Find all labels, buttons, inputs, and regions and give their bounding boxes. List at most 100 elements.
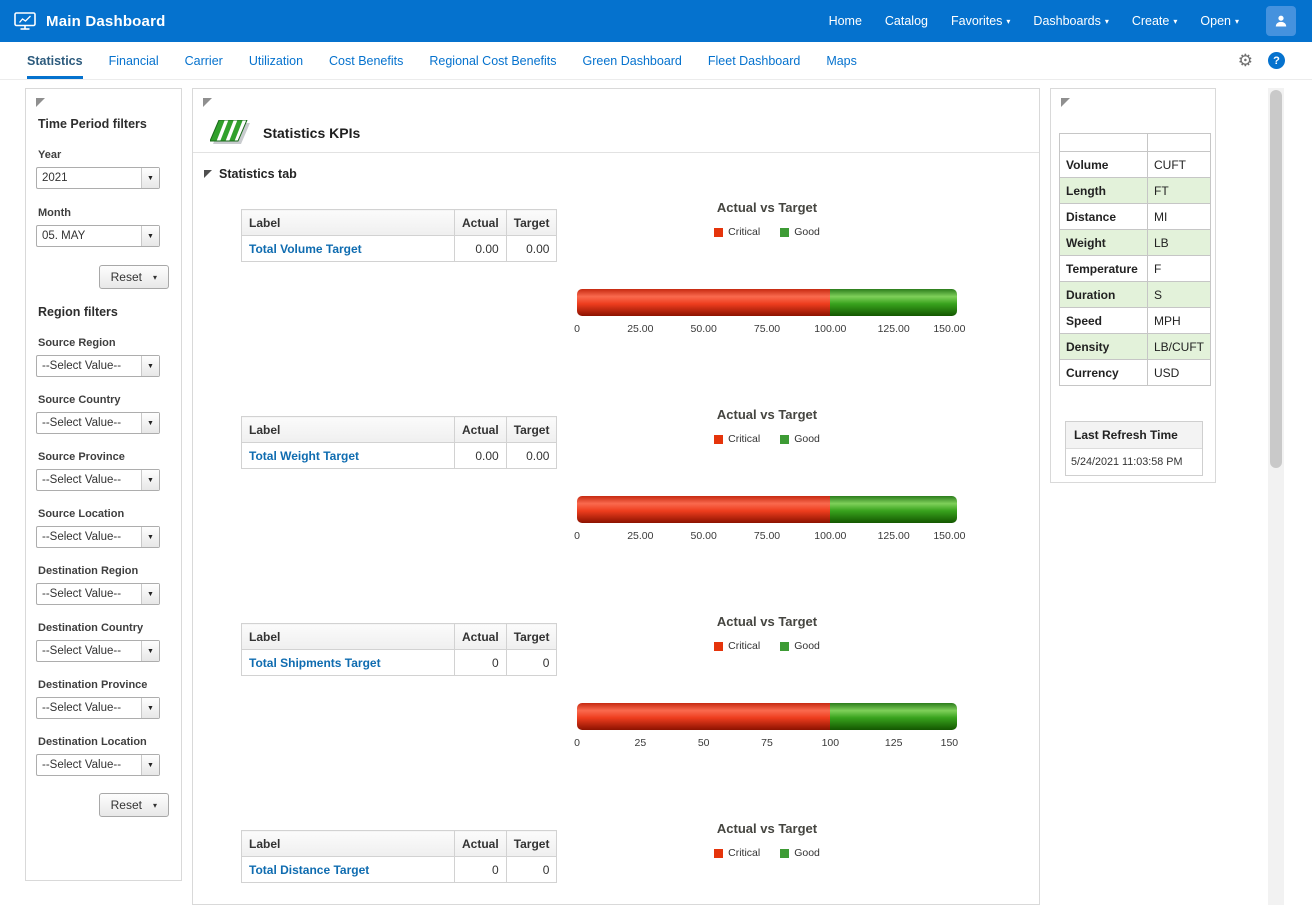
nav-catalog[interactable]: Catalog (885, 14, 928, 28)
reset-button-label: Reset (110, 798, 142, 812)
chevron-down-icon: ▾ (1234, 17, 1239, 26)
nav-favorites-label: Favorites (951, 14, 1003, 28)
kpi-block-distance: Label Actual Target Total Distance Targe… (193, 818, 1039, 904)
person-icon (1273, 13, 1289, 29)
nav-home[interactable]: Home (829, 14, 862, 28)
source-region-label: Source Region (38, 337, 116, 349)
destination-country-select[interactable]: --Select Value-- ▼ (36, 640, 160, 662)
kpi-link-total-weight-target[interactable]: Total Weight Target (249, 449, 359, 463)
tab-utilization[interactable]: Utilization (249, 42, 303, 79)
tab-regional-cost-benefits[interactable]: Regional Cost Benefits (429, 42, 556, 79)
chevron-down-icon[interactable]: ▼ (141, 226, 159, 246)
kpi-target-value: 0.00 (505, 442, 558, 469)
axis-tick: 125.00 (877, 530, 910, 542)
unit-row: Length FT (1059, 177, 1212, 204)
tab-financial[interactable]: Financial (109, 42, 159, 79)
tab-cost-benefits[interactable]: Cost Benefits (329, 42, 403, 79)
top-bar: Main Dashboard Home Catalog Favorites ▾ D… (0, 0, 1312, 42)
kpi-panel-title: Statistics KPIs (263, 124, 361, 141)
kpi-link-total-shipments-target[interactable]: Total Shipments Target (249, 656, 381, 670)
kpi-actual-value: 0.00 (454, 442, 507, 469)
last-refresh-value: 5/24/2021 11:03:58 PM (1071, 456, 1183, 468)
unit-value: MI (1146, 203, 1212, 230)
disclosure-triangle-icon (204, 170, 212, 178)
critical-swatch (714, 641, 724, 651)
destination-region-select[interactable]: --Select Value-- ▼ (36, 583, 160, 605)
chevron-down-icon[interactable]: ▼ (141, 641, 159, 661)
kpi-target-value: 0 (505, 649, 558, 676)
actual-vs-target-chart: Actual vs Target Critical Good 0 25 50 7… (577, 818, 957, 904)
destination-province-field: Destination Province --Select Value-- ▼ (36, 679, 171, 719)
source-country-select[interactable]: --Select Value-- ▼ (36, 412, 160, 434)
source-location-select[interactable]: --Select Value-- ▼ (36, 526, 160, 548)
units-table-header-row (1059, 133, 1212, 152)
unit-row: Distance MI (1059, 203, 1212, 230)
month-select-value: 05. MAY (42, 230, 86, 242)
help-icon[interactable]: ? (1268, 52, 1285, 69)
nav-open[interactable]: Open ▾ (1200, 14, 1239, 28)
reset-region-filters-button[interactable]: Reset ▾ (98, 793, 169, 817)
last-refresh-title: Last Refresh Time (1066, 422, 1202, 449)
chevron-down-icon[interactable]: ▼ (141, 168, 159, 188)
dashboard-tab-bar: Statistics Financial Carrier Utilization… (0, 42, 1312, 80)
source-province-select[interactable]: --Select Value-- ▼ (36, 469, 160, 491)
kpi-link-total-distance-target[interactable]: Total Distance Target (249, 863, 369, 877)
top-nav: Home Catalog Favorites ▾ Dashboards ▾ Crea… (829, 6, 1312, 36)
tab-fleet-dashboard[interactable]: Fleet Dashboard (708, 42, 800, 79)
axis-tick: 125 (884, 737, 903, 749)
chevron-down-icon[interactable]: ▼ (141, 527, 159, 547)
kpi-table: Label Actual Target Total Shipments Targ… (241, 623, 558, 676)
last-refresh-box: Last Refresh Time 5/24/2021 11:03:58 PM (1065, 421, 1203, 476)
axis-tick: 150.00 (933, 530, 966, 542)
kpi-actual-value: 0.00 (454, 235, 507, 262)
legend-good-label: Good (794, 640, 820, 652)
year-select[interactable]: 2021 ▼ (36, 167, 160, 189)
vertical-scrollbar[interactable] (1268, 88, 1284, 905)
reset-button-label: Reset (110, 270, 142, 284)
tab-maps[interactable]: Maps (826, 42, 857, 79)
chevron-down-icon[interactable]: ▼ (141, 356, 159, 376)
month-select[interactable]: 05. MAY ▼ (36, 225, 160, 247)
collapse-panel-icon[interactable] (36, 98, 45, 107)
good-swatch (780, 848, 790, 858)
table-row: Total Weight Target 0.00 0.00 (241, 442, 558, 469)
chevron-down-icon[interactable]: ▼ (141, 698, 159, 718)
tab-green-dashboard[interactable]: Green Dashboard (583, 42, 682, 79)
chevron-down-icon[interactable]: ▼ (141, 755, 159, 775)
user-avatar[interactable] (1266, 6, 1296, 36)
axis-tick: 75.00 (753, 530, 781, 542)
axis-tick: 0 (574, 737, 580, 749)
tab-carrier[interactable]: Carrier (185, 42, 223, 79)
destination-location-field: Destination Location --Select Value-- ▼ (36, 736, 171, 776)
axis-tick: 0 (574, 530, 580, 542)
tab-statistics[interactable]: Statistics (27, 42, 83, 79)
reset-time-filters-button[interactable]: Reset ▾ (98, 265, 169, 289)
source-region-select[interactable]: --Select Value-- ▼ (36, 355, 160, 377)
destination-province-select[interactable]: --Select Value-- ▼ (36, 697, 160, 719)
collapse-panel-icon[interactable] (1061, 98, 1070, 107)
scrollbar-thumb[interactable] (1270, 90, 1282, 468)
kpi-header-actual: Actual (454, 209, 507, 236)
statistics-tab-section-toggle[interactable]: Statistics tab (204, 167, 297, 181)
chevron-down-icon[interactable]: ▼ (141, 584, 159, 604)
kpi-link-total-volume-target[interactable]: Total Volume Target (249, 242, 362, 256)
gauge-critical-segment (577, 703, 831, 730)
axis-tick: 125.00 (877, 323, 910, 335)
brand: Main Dashboard (0, 12, 165, 30)
legend-critical-label: Critical (728, 847, 761, 859)
nav-favorites[interactable]: Favorites ▾ (951, 14, 1010, 28)
chevron-down-icon[interactable]: ▼ (141, 470, 159, 490)
chevron-down-icon[interactable]: ▼ (141, 413, 159, 433)
kpi-table-header-row: Label Actual Target (241, 416, 558, 443)
destination-location-label: Destination Location (38, 736, 147, 748)
destination-location-select[interactable]: --Select Value-- ▼ (36, 754, 160, 776)
destination-country-field: Destination Country --Select Value-- ▼ (36, 622, 171, 662)
month-label: Month (38, 207, 71, 219)
nav-create[interactable]: Create ▾ (1132, 14, 1178, 28)
units-table: Volume CUFT Length FT Distance MI Weight LB … (1059, 133, 1212, 386)
nav-dashboards[interactable]: Dashboards ▾ (1033, 14, 1108, 28)
gear-icon[interactable]: ⚙ (1238, 52, 1253, 69)
kpi-header-actual: Actual (454, 416, 507, 443)
gauge-axis: 0 25 50 75 100 125 150 (574, 737, 958, 751)
table-row: Total Volume Target 0.00 0.00 (241, 235, 558, 262)
